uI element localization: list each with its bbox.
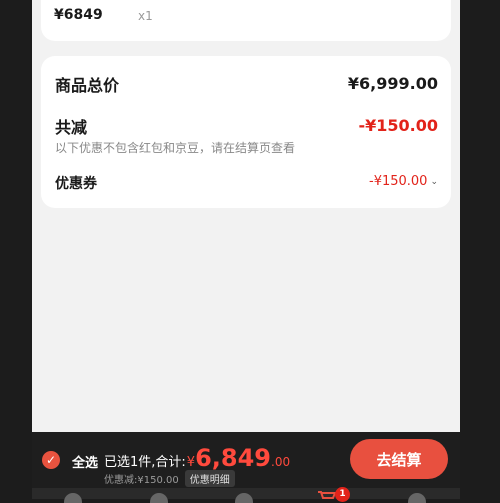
checkout-button[interactable]: 去结算 [350, 439, 448, 479]
selected-text: 已选1件,合计: [104, 455, 186, 470]
reduction-value: -¥150.00 [358, 116, 438, 135]
total-amount-decimal: .00 [271, 455, 291, 469]
select-all-checkbox[interactable]: ✓ [42, 451, 60, 469]
home-tab-icon[interactable] [64, 493, 82, 503]
discount-line: 优惠减:¥150.00 优惠明细 [104, 470, 235, 487]
reduction-note: 以下优惠不包含红包和京豆，请在结算页查看 [55, 141, 296, 155]
price-summary-card: 商品总价 ¥6,999.00 共减 -¥150.00 以下优惠不包含红包和京豆，… [41, 56, 451, 208]
coupon-value: -¥150.00 [369, 174, 428, 189]
total-price-value: ¥6,999.00 [347, 74, 438, 93]
discover-tab-icon[interactable] [235, 493, 253, 503]
bottom-tab-bar: 1 [32, 487, 460, 503]
reduction-label: 共减 [55, 118, 88, 137]
currency-symbol: ¥ [186, 455, 196, 470]
cart-badge: 1 [335, 487, 350, 502]
product-price: ¥6849 [54, 7, 103, 23]
product-card[interactable]: ¥6849 x1 [41, 0, 451, 41]
discount-detail-button[interactable]: 优惠明细 [184, 470, 235, 487]
total-price-label: 商品总价 [55, 76, 120, 95]
cart-page: ¥6849 x1 商品总价 ¥6,999.00 共减 -¥150.00 以下优惠… [32, 0, 460, 499]
profile-tab-icon[interactable] [408, 493, 426, 503]
chevron-down-icon: ⌄ [430, 176, 438, 187]
cart-icon[interactable] [317, 491, 337, 499]
category-tab-icon[interactable] [150, 493, 168, 503]
total-amount: 6,849 [195, 444, 271, 472]
select-all-label[interactable]: 全选 [72, 452, 98, 471]
selected-summary: 已选1件,合计: ¥ 6,849 .00 [104, 444, 291, 472]
coupon-label: 优惠券 [55, 176, 97, 192]
discount-text: 优惠减:¥150.00 [104, 475, 179, 486]
checkout-bar: ✓ 全选 已选1件,合计: ¥ 6,849 .00 优惠减:¥150.00 优惠… [32, 432, 460, 488]
coupon-selector[interactable]: -¥150.00 ⌄ [369, 174, 438, 189]
product-quantity: x1 [138, 9, 153, 23]
